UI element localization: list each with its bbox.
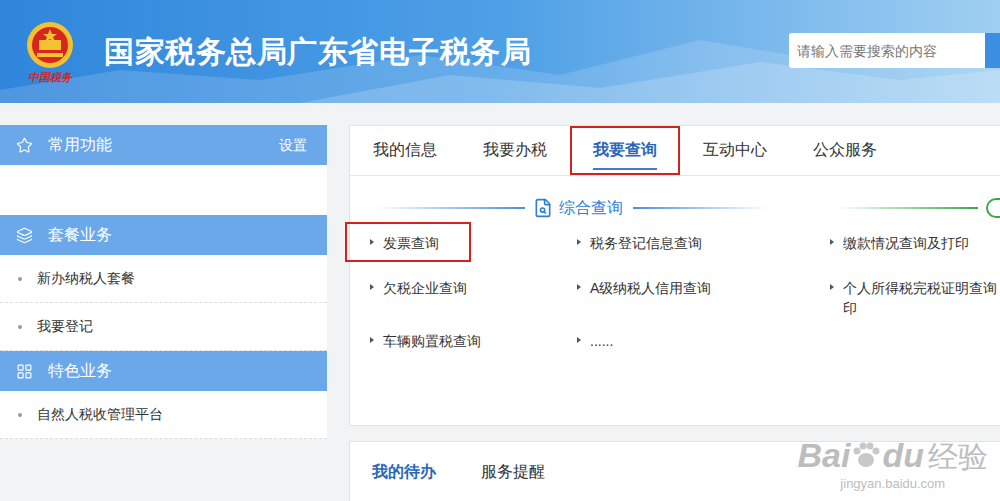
triangle-icon bbox=[577, 337, 581, 343]
triangle-icon bbox=[830, 239, 834, 245]
sidebar-item[interactable]: 自然人税收管理平台 bbox=[0, 391, 327, 439]
query-item[interactable]: 欠税企业查询 bbox=[345, 267, 499, 307]
paw-icon bbox=[851, 440, 881, 470]
section-icon bbox=[16, 227, 33, 244]
sidebar-section-header[interactable]: 套餐业务 bbox=[0, 215, 327, 255]
site-title: 国家税务总局广东省电子税务局 bbox=[104, 29, 531, 74]
tab[interactable]: 我要办税 bbox=[460, 126, 570, 175]
triangle-icon bbox=[370, 239, 374, 245]
query-item[interactable]: 个人所得税完税证明查询印 bbox=[805, 267, 1000, 320]
triangle-icon bbox=[577, 284, 581, 290]
todo-tab[interactable]: 服务提醒 bbox=[481, 460, 545, 484]
search-button[interactable] bbox=[985, 33, 1000, 68]
query-item[interactable]: A级纳税人信用查询 bbox=[552, 267, 743, 307]
tab-bar: 我的信息我要办税我要查询互动中心公众服务 bbox=[350, 126, 1000, 176]
sidebar: 常用功能设置套餐业务新办纳税人套餐我要登记特色业务自然人税收管理平台 bbox=[0, 125, 327, 501]
search-bar bbox=[789, 33, 1000, 68]
query-item[interactable]: ...... bbox=[552, 320, 645, 360]
query-item[interactable]: 税务登记信息查询 bbox=[552, 222, 734, 262]
triangle-icon bbox=[830, 284, 834, 290]
search-doc-icon bbox=[533, 198, 553, 218]
search-input[interactable] bbox=[789, 33, 985, 68]
sidebar-item[interactable]: 新办纳税人套餐 bbox=[0, 255, 327, 303]
bullet-icon bbox=[18, 277, 22, 281]
query-item[interactable]: 缴款情况查询及打印 bbox=[805, 222, 1000, 262]
tab[interactable]: 我的信息 bbox=[350, 126, 460, 175]
main-panel: 我的信息我要办税我要查询互动中心公众服务综合查询发票查询税务登记信息查询缴款情况… bbox=[349, 125, 1000, 426]
tab[interactable]: 公众服务 bbox=[790, 126, 900, 175]
app: 中国税务国家税务总局广东省电子税务局常用功能设置套餐业务新办纳税人套餐我要登记特… bbox=[0, 0, 1000, 501]
sidebar-item[interactable]: 我要登记 bbox=[0, 303, 327, 351]
sidebar-section: 套餐业务新办纳税人套餐我要登记 bbox=[0, 215, 327, 351]
bullet-icon bbox=[18, 325, 22, 329]
todo-tab[interactable]: 我的待办 bbox=[372, 460, 436, 484]
emblem-icon bbox=[25, 20, 75, 70]
triangle-icon bbox=[370, 284, 374, 290]
sidebar-section-header[interactable]: 特色业务 bbox=[0, 351, 327, 391]
logo[interactable]: 中国税务 bbox=[14, 20, 86, 84]
todo-panel: 我的待办 服务提醒 bbox=[349, 441, 1000, 501]
sidebar-section-header[interactable]: 常用功能设置 bbox=[0, 125, 327, 165]
settings-link[interactable]: 设置 bbox=[279, 135, 307, 156]
sidebar-empty bbox=[0, 165, 327, 215]
triangle-icon bbox=[370, 337, 374, 343]
next-section-icon bbox=[986, 198, 1000, 218]
query-grid: 发票查询税务登记信息查询缴款情况查询及打印欠税企业查询A级纳税人信用查询个人所得… bbox=[350, 222, 1000, 365]
triangle-icon bbox=[577, 239, 581, 245]
sidebar-section: 常用功能设置 bbox=[0, 125, 327, 215]
section-header: 综合查询 bbox=[350, 196, 1000, 220]
query-item[interactable]: 发票查询 bbox=[345, 222, 471, 262]
logo-caption: 中国税务 bbox=[28, 70, 72, 84]
tab[interactable]: 我要查询 bbox=[570, 126, 680, 175]
bullet-icon bbox=[18, 413, 22, 417]
section-icon bbox=[16, 363, 33, 380]
tab[interactable]: 互动中心 bbox=[680, 126, 790, 175]
header: 中国税务 国家税务总局广东省电子税务局 bbox=[0, 0, 1000, 103]
section-icon bbox=[16, 137, 33, 154]
query-item[interactable]: 车辆购置税查询 bbox=[345, 320, 513, 360]
watermark: Baidu经验jingyan.baidu.com bbox=[798, 438, 988, 494]
sidebar-section: 特色业务自然人税收管理平台 bbox=[0, 351, 327, 439]
